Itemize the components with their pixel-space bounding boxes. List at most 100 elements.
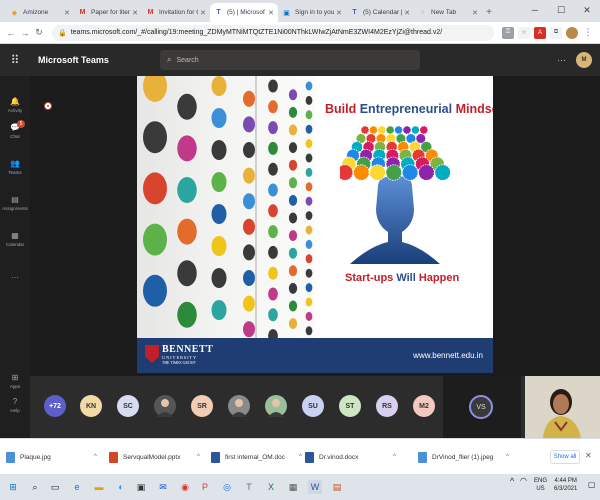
app-icon-2[interactable]: ▦ bbox=[286, 480, 300, 494]
browser-tab[interactable]: M Invitation for Onl✕ bbox=[142, 3, 210, 22]
search-input[interactable]: ⌕ Search bbox=[160, 50, 420, 70]
more-options-icon[interactable]: ··· bbox=[557, 55, 566, 65]
rail-item-chat[interactable]: 💬 Chat 5 bbox=[0, 120, 30, 139]
file-explorer-icon[interactable]: ▬ bbox=[92, 480, 106, 494]
windows-start-icon[interactable]: ⊞ bbox=[6, 480, 20, 494]
network-icon[interactable]: ^ bbox=[510, 477, 514, 486]
tab-close-icon[interactable]: ✕ bbox=[336, 9, 342, 17]
download-item[interactable]: first internal_OM.doc ^ bbox=[211, 449, 306, 465]
app-icon-3[interactable]: ▤ bbox=[330, 480, 344, 494]
wall-hole bbox=[288, 124, 298, 136]
new-tab-icon[interactable]: + bbox=[482, 3, 496, 22]
close-shelf-icon[interactable]: ✕ bbox=[585, 451, 592, 460]
chevron-up-icon[interactable]: ^ bbox=[197, 454, 200, 460]
ie-icon[interactable]: e bbox=[70, 480, 84, 494]
tab-close-icon[interactable]: ✕ bbox=[64, 9, 70, 17]
chevron-up-icon[interactable]: ^ bbox=[299, 454, 302, 460]
participant-avatar[interactable]: KN bbox=[80, 395, 102, 417]
browser-tab[interactable]: ◆ Amizone ✕ bbox=[6, 3, 74, 22]
clock-date: 6/3/2021 bbox=[554, 486, 578, 492]
participant-avatar[interactable]: SC bbox=[117, 395, 139, 417]
wall-hole bbox=[288, 142, 298, 154]
self-video-tile[interactable] bbox=[525, 376, 600, 438]
tab-close-icon[interactable]: ✕ bbox=[404, 9, 410, 17]
participant-avatar[interactable]: ST bbox=[339, 395, 361, 417]
profile-avatar-icon[interactable] bbox=[566, 26, 578, 39]
gear-icon bbox=[401, 164, 419, 181]
mail-icon[interactable]: ✉ bbox=[156, 480, 170, 494]
chrome-icon[interactable]: ◎ bbox=[220, 480, 234, 494]
app-launcher-icon[interactable]: ⠿ bbox=[0, 53, 30, 67]
user-avatar[interactable]: M bbox=[576, 52, 592, 68]
participant-avatar[interactable]: RS bbox=[376, 395, 398, 417]
rail-item-apps[interactable]: ⊞ Apps bbox=[0, 372, 30, 389]
browser-tab[interactable]: T (5) Calendar | Mi✕ bbox=[346, 3, 414, 22]
forward-icon[interactable]: → bbox=[18, 28, 32, 38]
puzzle-icon[interactable]: ⧉ bbox=[550, 26, 562, 39]
language-indicator[interactable]: ENG US bbox=[534, 477, 547, 493]
download-item[interactable]: Dr.vinod.docx ^ bbox=[305, 449, 400, 465]
rail-item-activity[interactable]: 🔔 Activity bbox=[0, 96, 30, 113]
calendar-icon: ▦ bbox=[11, 231, 19, 240]
teams-taskbar-icon[interactable]: T bbox=[242, 480, 256, 494]
notifications-icon[interactable]: ▢ bbox=[588, 481, 596, 489]
rail-item-assignments[interactable]: ▤ Assignments bbox=[0, 194, 30, 211]
participant-avatar[interactable]: SR bbox=[191, 395, 213, 417]
participant-avatar[interactable]: M2 bbox=[413, 395, 435, 417]
gear-icon bbox=[418, 164, 435, 181]
tab-title: Sign in to your a bbox=[295, 9, 335, 16]
powerpoint-icon[interactable]: P bbox=[198, 480, 212, 494]
browser-tab[interactable]: T (5) | Microsof ✕ bbox=[210, 3, 278, 22]
maximize-icon[interactable]: ☐ bbox=[548, 0, 574, 20]
tab-close-icon[interactable]: ✕ bbox=[200, 9, 206, 17]
tab-close-icon[interactable]: ✕ bbox=[132, 9, 138, 17]
store-icon[interactable]: ▣ bbox=[134, 480, 148, 494]
wall-hole bbox=[268, 121, 278, 135]
slide-title-word-2: Entrepreneurial bbox=[359, 102, 456, 116]
gear-icon bbox=[377, 125, 387, 135]
participant-photo-avatar[interactable] bbox=[265, 395, 287, 417]
tab-title: Invitation for Onl bbox=[159, 9, 198, 16]
minimize-icon[interactable]: ─ bbox=[522, 0, 548, 20]
chevron-up-icon[interactable]: ^ bbox=[393, 454, 396, 460]
browser-tab[interactable]: ○ New Tab ✕ bbox=[414, 3, 482, 22]
clock[interactable]: 4:44 PM 6/3/2021 bbox=[554, 477, 577, 493]
participant-avatar[interactable]: +72 bbox=[44, 395, 66, 417]
star-icon[interactable]: ☆ bbox=[518, 26, 530, 39]
extension-pdf-icon[interactable]: A bbox=[534, 26, 546, 39]
rail-item-calendar[interactable]: ▦ Calendar bbox=[0, 230, 30, 247]
rail-item-[interactable]: ··· bbox=[0, 272, 30, 284]
wall-hole bbox=[268, 225, 278, 239]
download-item[interactable]: Plaque.jpg ^ bbox=[6, 449, 101, 465]
excel-icon[interactable]: X bbox=[264, 480, 278, 494]
chevron-up-icon[interactable]: ^ bbox=[506, 454, 509, 460]
rail-label: Chat bbox=[10, 134, 20, 139]
browser-tab[interactable]: ▣ Sign in to your a✕ bbox=[278, 3, 346, 22]
app-icon[interactable]: ◉ bbox=[178, 480, 192, 494]
rail-label: Teams bbox=[8, 170, 22, 175]
menu-dots-icon[interactable]: ⋮ bbox=[582, 26, 594, 39]
show-all-button[interactable]: Show all bbox=[550, 450, 580, 464]
task-view-icon[interactable]: ▭ bbox=[48, 480, 62, 494]
participant-avatar[interactable]: SU bbox=[302, 395, 324, 417]
edge-icon[interactable]: ◐ bbox=[114, 480, 128, 494]
rail-item-teams[interactable]: 👥 Teams bbox=[0, 158, 30, 175]
url-field[interactable]: 🔒 teams.microsoft.com/_#/calling/19:meet… bbox=[52, 24, 494, 41]
word-icon[interactable]: W bbox=[308, 480, 322, 494]
chevron-up-icon[interactable]: ^ bbox=[94, 454, 97, 460]
wall-hole bbox=[268, 183, 278, 197]
close-window-icon[interactable]: ✕ bbox=[574, 0, 600, 20]
back-icon[interactable]: ← bbox=[4, 28, 18, 38]
rail-item-help[interactable]: ? Help bbox=[0, 396, 30, 413]
search-icon[interactable]: ⌕ bbox=[28, 480, 42, 494]
download-item[interactable]: ServqualModel.pptx ^ bbox=[109, 449, 204, 465]
tab-close-icon[interactable]: ✕ bbox=[472, 9, 478, 17]
key-icon[interactable]: ⚿ bbox=[502, 26, 514, 39]
participant-photo-avatar[interactable] bbox=[154, 395, 176, 417]
tab-close-icon[interactable]: ✕ bbox=[268, 9, 274, 17]
reload-icon[interactable]: ↻ bbox=[32, 27, 46, 38]
download-item[interactable]: DrVinod_flier (1).jpeg ^ bbox=[418, 449, 513, 465]
browser-tab[interactable]: M Paper for literatu✕ bbox=[74, 3, 142, 22]
participant-photo-avatar[interactable] bbox=[228, 395, 250, 417]
wifi-icon[interactable]: ◠ bbox=[520, 477, 527, 485]
